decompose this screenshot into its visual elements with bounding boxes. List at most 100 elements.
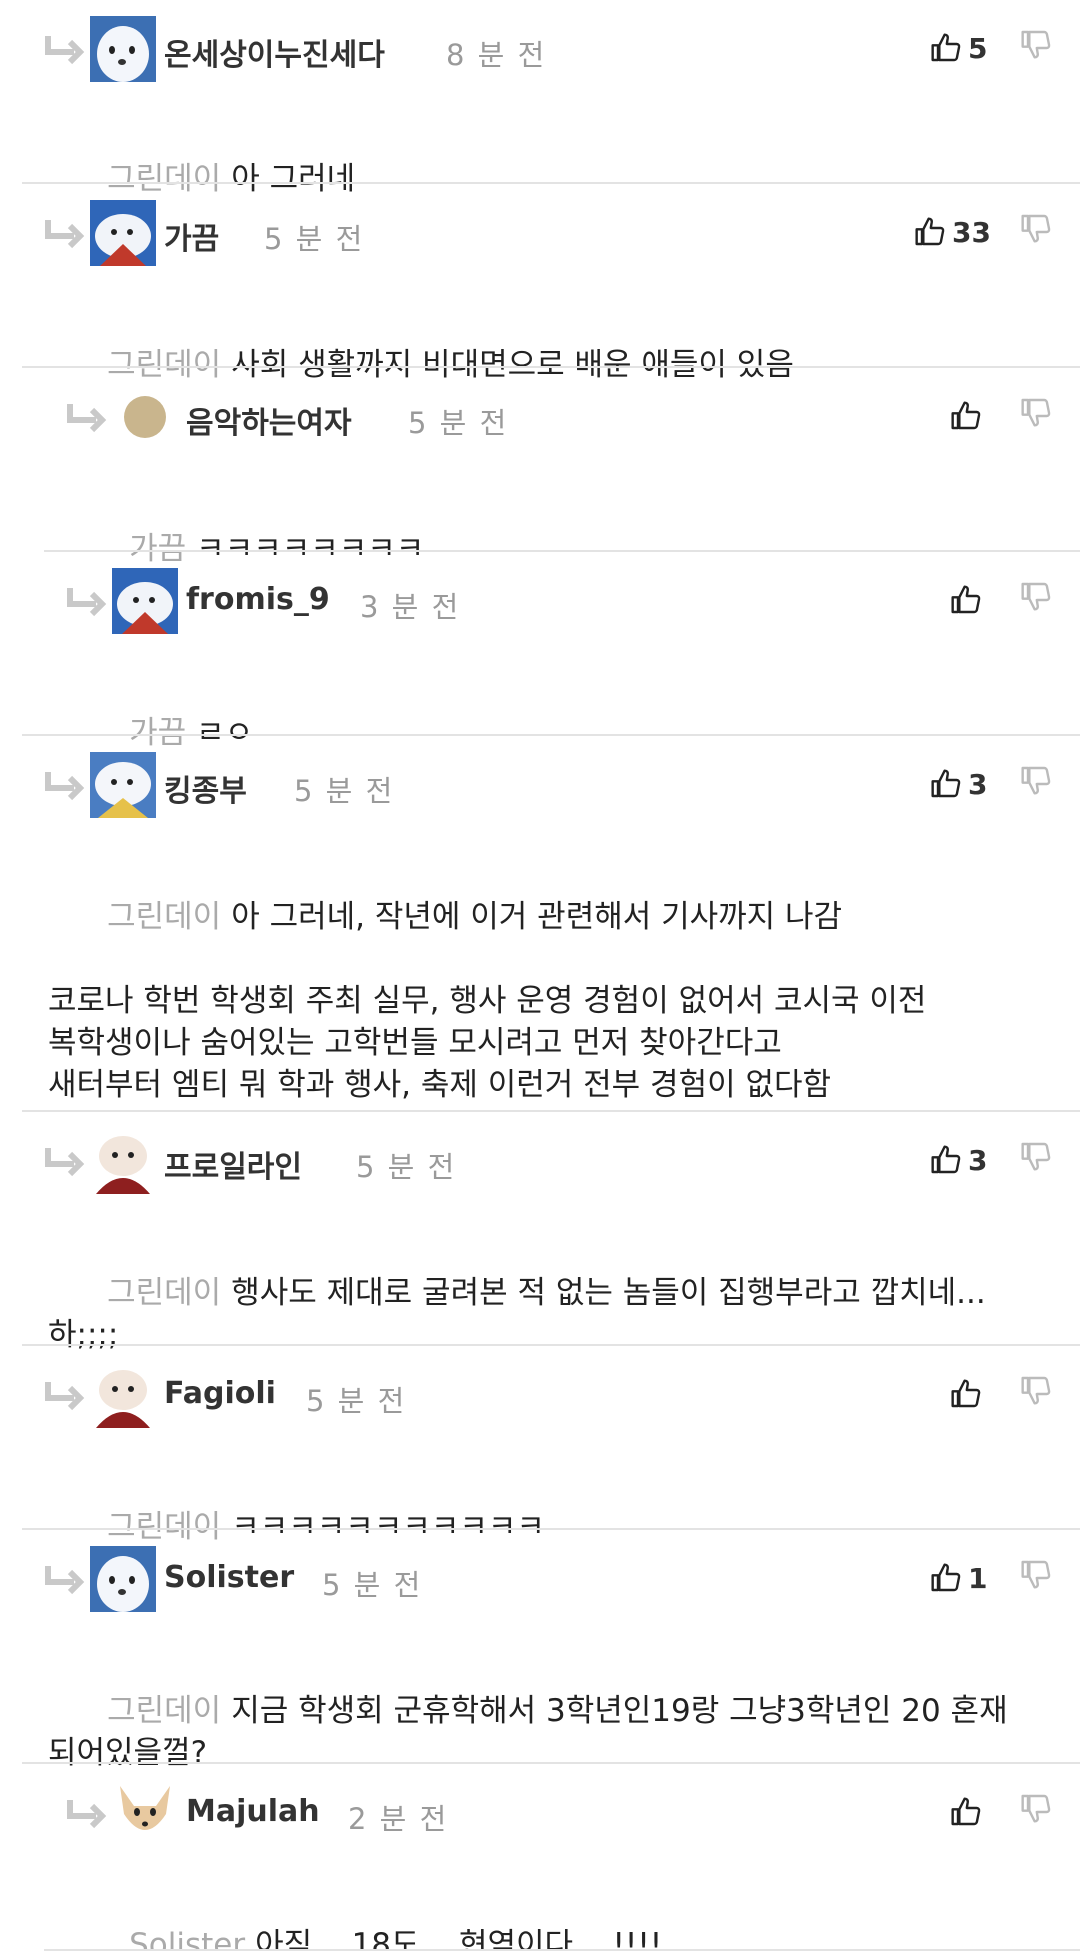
dislike-button[interactable] <box>1020 1140 1054 1176</box>
comment-item: Solister 5 분 전 1 그린데이 지금 학생회 군휴학해서 3학년인19… <box>0 1530 1080 1771</box>
thumbs-up-icon <box>951 585 981 614</box>
comment-header: 프로일라인 5 분 전 3 <box>0 1128 1080 1196</box>
thumbs-down-icon <box>1021 1376 1051 1405</box>
like-button[interactable] <box>950 574 988 626</box>
dislike-button[interactable] <box>1020 1558 1054 1594</box>
reply-arrow-icon <box>45 1148 85 1177</box>
comment-body: 그린데이 아 그러네, 작년에 이거 관련해서 기사까지 나감 코로나 학번 학생… <box>48 854 1060 1148</box>
avatar[interactable] <box>112 568 178 634</box>
thumbs-up-icon <box>931 769 961 798</box>
reply-arrow-icon <box>67 588 107 617</box>
comment-header: Fagioli 5 분 전 <box>0 1362 1080 1430</box>
thumbs-down-icon <box>1021 582 1051 611</box>
comment-header: Solister 5 분 전 1 <box>0 1546 1080 1614</box>
comment-item: 가끔 5 분 전 33 그린데이 사회 생활까지 비대면으로 배운 애들이 있음 <box>0 184 1080 383</box>
like-button[interactable] <box>950 1368 988 1420</box>
comment-item: Majulah 2 분 전 Solister 아직... 18도... 현역이다.… <box>0 1764 1080 1951</box>
like-button[interactable]: 5 <box>930 22 987 74</box>
dislike-button[interactable] <box>1020 28 1054 64</box>
thumbs-up-icon <box>931 33 961 62</box>
mention[interactable]: 그린데이 <box>107 1275 221 1311</box>
comment-header: 킹종부 5 분 전 3 <box>0 752 1080 820</box>
like-button[interactable]: 3 <box>930 758 987 810</box>
thumbs-up-icon <box>951 1797 981 1826</box>
thumbs-up-icon <box>931 1145 961 1174</box>
username[interactable]: Majulah <box>186 1794 320 1829</box>
username[interactable]: 킹종부 <box>164 766 247 810</box>
comment-header: Majulah 2 분 전 <box>0 1780 1080 1848</box>
username[interactable]: 음악하는여자 <box>186 398 352 442</box>
avatar[interactable] <box>90 752 156 818</box>
timestamp: 5 분 전 <box>322 1568 423 1602</box>
comment-item: 프로일라인 5 분 전 3 그린데이 행사도 제대로 굴려본 적 없는 놈들이 집… <box>0 1112 1080 1353</box>
comment-list: 온세상이누진세다 8 분 전 5 그린데이 아 그러네 가끔 5 분 전 33 … <box>0 0 1080 1951</box>
mention[interactable]: 그린데이 <box>107 1693 221 1729</box>
like-button[interactable]: 33 <box>914 206 991 258</box>
thumbs-up-icon <box>951 401 981 430</box>
reply-arrow-icon <box>45 36 85 65</box>
avatar[interactable] <box>124 396 166 438</box>
mention[interactable]: Solister <box>129 1927 245 1951</box>
reply-arrow-icon <box>67 404 107 433</box>
username[interactable]: fromis_9 <box>186 582 330 617</box>
timestamp: 5 분 전 <box>294 774 395 808</box>
thumbs-down-icon <box>1021 1794 1051 1823</box>
avatar[interactable] <box>90 200 156 266</box>
like-count: 3 <box>968 1143 988 1177</box>
like-button[interactable]: 3 <box>930 1134 987 1186</box>
dislike-button[interactable] <box>1020 396 1054 432</box>
timestamp: 5 분 전 <box>356 1150 457 1184</box>
like-button[interactable]: 1 <box>930 1552 987 1604</box>
thumbs-down-icon <box>1021 30 1051 59</box>
timestamp: 8 분 전 <box>446 38 547 72</box>
timestamp: 5 분 전 <box>306 1384 407 1418</box>
username[interactable]: Solister <box>164 1560 294 1595</box>
comment-body: Solister 아직... 18도... 현역이다....!!!! <box>70 1882 1060 1951</box>
reply-arrow-icon <box>45 772 85 801</box>
comment-header: 온세상이누진세다 8 분 전 5 <box>0 16 1080 84</box>
avatar[interactable] <box>90 16 156 82</box>
dislike-button[interactable] <box>1020 580 1054 616</box>
comment-text: 아직... 18도... 현역이다....!!!! <box>255 1927 663 1951</box>
mention[interactable]: 그린데이 <box>107 899 221 935</box>
timestamp: 5 분 전 <box>264 222 365 256</box>
like-button[interactable] <box>950 390 988 442</box>
reply-arrow-icon <box>45 1382 85 1411</box>
dislike-button[interactable] <box>1020 1792 1054 1828</box>
comment-header: fromis_9 3 분 전 <box>0 568 1080 636</box>
avatar[interactable] <box>90 1546 156 1612</box>
comment-item: Fagioli 5 분 전 그린데이 ㅋㅋㅋㅋㅋㅋㅋㅋㅋㅋㅋ <box>0 1346 1080 1545</box>
thumbs-down-icon <box>1021 214 1051 243</box>
avatar[interactable] <box>90 1128 156 1194</box>
timestamp: 2 분 전 <box>348 1802 449 1836</box>
dislike-button[interactable] <box>1020 764 1054 800</box>
reply-arrow-icon <box>45 1566 85 1595</box>
comment-header: 가끔 5 분 전 33 <box>0 200 1080 268</box>
reply-arrow-icon <box>67 1800 107 1829</box>
thumbs-down-icon <box>1021 766 1051 795</box>
timestamp: 5 분 전 <box>408 406 509 440</box>
avatar[interactable] <box>90 1362 156 1428</box>
comment-header: 음악하는여자 5 분 전 <box>0 384 1080 452</box>
username[interactable]: Fagioli <box>164 1376 276 1411</box>
comment-item: 킹종부 5 분 전 3 그린데이 아 그러네, 작년에 이거 관련해서 기사까지 … <box>0 736 1080 1112</box>
dislike-button[interactable] <box>1020 1374 1054 1410</box>
username[interactable]: 프로일라인 <box>164 1142 302 1186</box>
dislike-button[interactable] <box>1020 212 1054 248</box>
comment-item: fromis_9 3 분 전 가끔 ㄹㅇ <box>0 552 1080 751</box>
thumbs-down-icon <box>1021 1142 1051 1171</box>
thumbs-up-icon <box>915 217 945 246</box>
like-count: 1 <box>968 1561 988 1595</box>
thumbs-up-icon <box>951 1379 981 1408</box>
avatar[interactable] <box>112 1780 178 1846</box>
like-count: 33 <box>952 215 991 249</box>
thumbs-up-icon <box>931 1563 961 1592</box>
thumbs-down-icon <box>1021 1560 1051 1589</box>
comment-item: 음악하는여자 5 분 전 가끔 ㅋㅋㅋㅋㅋㅋㅋㅋ <box>0 368 1080 567</box>
reply-arrow-icon <box>45 220 85 249</box>
username[interactable]: 온세상이누진세다 <box>164 30 385 74</box>
like-count: 5 <box>968 31 988 65</box>
timestamp: 3 분 전 <box>360 590 461 624</box>
username[interactable]: 가끔 <box>164 214 219 258</box>
like-button[interactable] <box>950 1786 988 1838</box>
